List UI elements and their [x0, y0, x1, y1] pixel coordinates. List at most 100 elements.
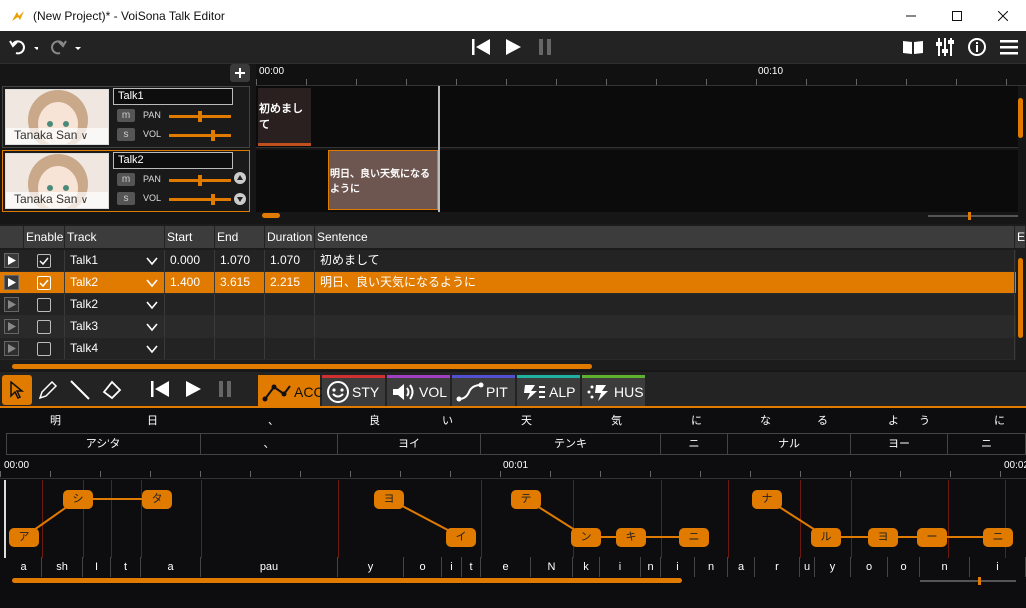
phoneme-cell[interactable]: e: [481, 557, 531, 577]
cell-duration[interactable]: [265, 316, 315, 337]
cell-start[interactable]: [165, 316, 215, 337]
editor-play-button[interactable]: [184, 380, 206, 402]
table-row[interactable]: Talk3: [0, 316, 1016, 338]
cell-sentence[interactable]: 初めまして: [315, 250, 1015, 271]
pause-button[interactable]: [534, 36, 556, 58]
mora-char[interactable]: 、: [268, 412, 279, 428]
cell-sentence[interactable]: [315, 294, 1015, 315]
pan-slider-knob[interactable]: [198, 175, 202, 186]
kana-segment[interactable]: ナル: [728, 433, 851, 455]
phoneme-cell[interactable]: i: [661, 557, 695, 577]
info-button[interactable]: [964, 36, 990, 58]
add-track-button[interactable]: [230, 64, 250, 82]
accent-node[interactable]: ヨ: [374, 490, 404, 509]
dictionary-button[interactable]: [900, 36, 926, 58]
accent-node[interactable]: ニ: [679, 528, 709, 547]
phoneme-cell[interactable]: r: [755, 557, 800, 577]
mora-char[interactable]: 明: [50, 412, 61, 428]
row-play-button[interactable]: [4, 341, 19, 356]
phoneme-cell[interactable]: I: [83, 557, 111, 577]
mora-char[interactable]: 天: [521, 412, 532, 428]
maximize-button[interactable]: [934, 0, 980, 31]
mora-char[interactable]: 気: [611, 412, 622, 428]
line-tool-button[interactable]: [68, 378, 92, 402]
kana-segment[interactable]: ニ: [948, 433, 1026, 455]
table-v-scrollbar[interactable]: [1018, 258, 1023, 338]
phoneme-cell[interactable]: n: [695, 557, 728, 577]
cell-sentence[interactable]: [315, 338, 1015, 359]
kana-segment[interactable]: ニ: [661, 433, 728, 455]
mora-char[interactable]: 日: [147, 412, 158, 428]
phoneme-cell[interactable]: y: [338, 557, 404, 577]
mora-char[interactable]: 良: [369, 412, 380, 428]
phoneme-cell[interactable]: pau: [201, 557, 338, 577]
vol-slider-knob[interactable]: [211, 130, 215, 141]
cell-start[interactable]: [165, 338, 215, 359]
phoneme-cell[interactable]: u: [800, 557, 815, 577]
phoneme-cell[interactable]: sh: [42, 557, 83, 577]
redo-button[interactable]: [48, 36, 82, 58]
undo-button[interactable]: [6, 36, 40, 58]
mora-char[interactable]: よ: [888, 412, 899, 428]
track-dropdown-chevron-icon[interactable]: [146, 255, 158, 269]
select-tool-button[interactable]: [2, 375, 32, 405]
play-button[interactable]: [502, 36, 524, 58]
cell-end[interactable]: [215, 294, 265, 315]
playhead[interactable]: [438, 86, 440, 212]
col-header-sentence[interactable]: Sentence: [315, 226, 1015, 248]
phoneme-cell[interactable]: k: [573, 557, 600, 577]
cell-duration[interactable]: 1.070: [265, 250, 315, 271]
track-v-scrollbar[interactable]: [1018, 98, 1023, 138]
enable-checkbox[interactable]: [37, 342, 51, 356]
voice-avatar[interactable]: Tanaka San ∨: [5, 89, 109, 145]
accent-node[interactable]: ナ: [752, 490, 782, 509]
accent-node[interactable]: ヨ: [868, 528, 898, 547]
accent-node[interactable]: ア: [9, 528, 39, 547]
row-play-button[interactable]: [4, 275, 19, 290]
cell-duration[interactable]: [265, 294, 315, 315]
tab-acc[interactable]: ACC: [258, 375, 324, 406]
tab-hus[interactable]: HUS: [582, 375, 645, 406]
go-to-start-button[interactable]: [470, 36, 492, 58]
accent-node[interactable]: ル: [811, 528, 841, 547]
timeline-ruler[interactable]: 00:00 00:10: [256, 64, 1026, 86]
row-play-button[interactable]: [4, 253, 19, 268]
mora-char[interactable]: な: [760, 412, 771, 428]
phoneme-cell[interactable]: a: [728, 557, 755, 577]
pan-slider-knob[interactable]: [198, 111, 202, 122]
accent-node[interactable]: シ: [63, 490, 93, 509]
accent-node[interactable]: ニ: [983, 528, 1013, 547]
phoneme-cell[interactable]: N: [531, 557, 573, 577]
editor-pause-button[interactable]: [216, 380, 238, 402]
cell-end[interactable]: 1.070: [215, 250, 265, 271]
cell-start[interactable]: 1.400: [165, 272, 215, 293]
vol-slider-knob[interactable]: [211, 194, 215, 205]
track-scroll-arrows-icon[interactable]: [233, 171, 247, 207]
phoneme-cell[interactable]: t: [111, 557, 141, 577]
phoneme-cell[interactable]: a: [141, 557, 201, 577]
cell-end[interactable]: [215, 316, 265, 337]
phoneme-cell[interactable]: i: [442, 557, 462, 577]
cell-duration[interactable]: 2.215: [265, 272, 315, 293]
eraser-tool-button[interactable]: [100, 378, 124, 402]
cell-end[interactable]: 3.615: [215, 272, 265, 293]
phoneme-cell[interactable]: t: [462, 557, 481, 577]
cell-sentence[interactable]: [315, 316, 1015, 337]
kana-segment[interactable]: テンキ: [481, 433, 661, 455]
cell-duration[interactable]: [265, 338, 315, 359]
vol-slider[interactable]: [169, 194, 231, 205]
track-dropdown-chevron-icon[interactable]: [146, 343, 158, 357]
kana-segment[interactable]: ヨー: [851, 433, 948, 455]
clip-talk2[interactable]: 明日、良い天気になるように: [328, 150, 438, 210]
accent-node[interactable]: イ: [446, 528, 476, 547]
table-row[interactable]: Talk4: [0, 338, 1016, 360]
close-button[interactable]: [980, 0, 1026, 31]
table-row[interactable]: Talk1 0.000 1.070 1.070 初めまして: [0, 250, 1016, 272]
voice-avatar[interactable]: Tanaka San ∨: [5, 153, 109, 209]
tab-sty[interactable]: STY: [322, 375, 385, 406]
table-h-scrollbar[interactable]: [12, 364, 592, 369]
track-header-talk1[interactable]: Tanaka San ∨ Talk1 m s PAN VOL: [2, 86, 250, 148]
accent-node[interactable]: ー: [917, 528, 947, 547]
mora-char[interactable]: る: [817, 412, 828, 428]
col-header-extra[interactable]: Ex: [1015, 226, 1026, 248]
